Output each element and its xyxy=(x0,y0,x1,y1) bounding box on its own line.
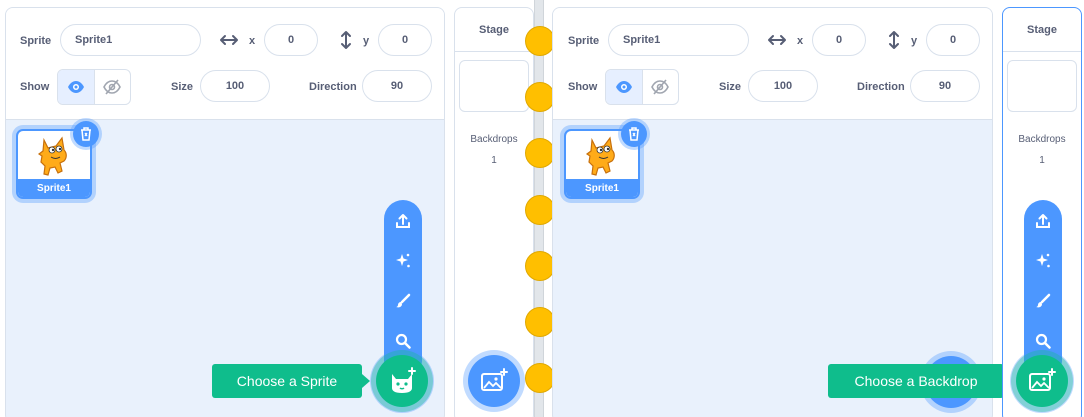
stage-preview xyxy=(1007,60,1077,112)
divider-dot-7 xyxy=(525,363,555,393)
backdrops-count: 1 xyxy=(1039,155,1045,166)
stage-header: Stage xyxy=(1003,8,1081,52)
paint-backdrop-button[interactable] xyxy=(1024,286,1062,316)
surprise-backdrop-button[interactable] xyxy=(1024,246,1062,276)
eye-icon xyxy=(615,81,632,93)
search-backdrop-button[interactable] xyxy=(1024,326,1062,356)
backdrops-label: Backdrops xyxy=(1018,134,1066,145)
backdrops-count: 1 xyxy=(491,155,497,166)
choose-sprite-button[interactable] xyxy=(376,355,428,407)
sprite-thumbnail-name: Sprite1 xyxy=(566,179,638,197)
upload-backdrop-button[interactable] xyxy=(1024,206,1062,236)
y-input[interactable]: 0 xyxy=(378,24,432,56)
cat-icon xyxy=(392,367,416,393)
size-label: Size xyxy=(719,81,742,93)
search-icon xyxy=(395,333,411,349)
show-label: Show xyxy=(568,81,598,93)
upload-icon xyxy=(396,214,410,228)
show-visible-button[interactable] xyxy=(606,70,643,104)
sprite-label: Sprite xyxy=(568,35,600,47)
choose-backdrop-button[interactable] xyxy=(468,355,520,407)
divider-dot-3 xyxy=(525,138,555,168)
sprite-menu xyxy=(384,200,422,380)
divider-dot-1 xyxy=(525,26,555,56)
x-input[interactable]: 0 xyxy=(812,24,866,56)
y-label: y xyxy=(911,35,918,47)
delete-sprite-button[interactable] xyxy=(621,121,647,147)
sprite-pane-right: Sprite Sprite1 x 0 y 0 Show Size 100 Dir… xyxy=(552,7,993,417)
size-input[interactable]: 100 xyxy=(200,70,270,102)
sprite-name-input[interactable]: Sprite1 xyxy=(608,24,749,56)
divider-dot-2 xyxy=(525,82,555,112)
left-right-arrow-icon xyxy=(220,35,238,45)
sprite-pane-left: Sprite Sprite1 x 0 y 0 Show Size 100 Dir… xyxy=(5,7,445,417)
eye-icon xyxy=(67,81,84,93)
backdrop-image-icon xyxy=(481,368,508,391)
show-label: Show xyxy=(20,81,50,93)
y-label: y xyxy=(363,35,370,47)
backdrops-label: Backdrops xyxy=(470,134,518,145)
backdrop-image-icon xyxy=(1029,368,1056,391)
trash-icon xyxy=(81,127,91,141)
sprite-thumbnail-name: Sprite1 xyxy=(18,179,90,197)
upload-icon xyxy=(1036,214,1050,228)
size-label: Size xyxy=(171,81,194,93)
choose-backdrop-tooltip: Choose a Backdrop xyxy=(828,364,1012,398)
x-input[interactable]: 0 xyxy=(264,24,318,56)
show-hidden-button[interactable] xyxy=(643,70,679,104)
sparkle-icon xyxy=(1036,253,1050,268)
direction-label: Direction xyxy=(857,81,905,93)
stage-header: Stage xyxy=(455,8,533,52)
delete-sprite-button[interactable] xyxy=(73,121,99,147)
trash-icon xyxy=(629,127,639,141)
search-sprite-button[interactable] xyxy=(384,326,422,356)
show-toggle xyxy=(57,69,131,105)
sprite-label: Sprite xyxy=(20,35,52,47)
eye-off-icon xyxy=(103,79,122,95)
show-visible-button[interactable] xyxy=(58,70,95,104)
direction-input[interactable]: 90 xyxy=(362,70,432,102)
direction-input[interactable]: 90 xyxy=(910,70,980,102)
choose-backdrop-button[interactable] xyxy=(1016,355,1068,407)
divider-dot-6 xyxy=(525,307,555,337)
up-down-arrow-icon xyxy=(889,31,899,49)
size-input[interactable]: 100 xyxy=(748,70,818,102)
backdrop-menu xyxy=(1024,200,1062,380)
eye-off-icon xyxy=(651,79,670,95)
upload-sprite-button[interactable] xyxy=(384,206,422,236)
stage-preview xyxy=(459,60,529,112)
choose-sprite-tooltip: Choose a Sprite xyxy=(212,364,370,398)
paint-sprite-button[interactable] xyxy=(384,286,422,316)
x-label: x xyxy=(249,35,256,47)
sprite-info-right: Sprite Sprite1 x 0 y 0 Show Size 100 Dir… xyxy=(553,8,992,120)
left-right-arrow-icon xyxy=(768,35,786,45)
surprise-sprite-button[interactable] xyxy=(384,246,422,276)
divider-dot-4 xyxy=(525,195,555,225)
search-icon xyxy=(1035,333,1051,349)
show-toggle xyxy=(605,69,679,105)
paint-icon xyxy=(396,293,411,308)
y-input[interactable]: 0 xyxy=(926,24,980,56)
show-hidden-button[interactable] xyxy=(95,70,131,104)
paint-icon xyxy=(1036,293,1051,308)
divider-dot-5 xyxy=(525,251,555,281)
direction-label: Direction xyxy=(309,81,357,93)
sprite-name-input[interactable]: Sprite1 xyxy=(60,24,201,56)
sparkle-icon xyxy=(396,253,410,268)
x-label: x xyxy=(797,35,804,47)
sprite-info-left: Sprite Sprite1 x 0 y 0 Show Size 100 Dir… xyxy=(6,8,444,120)
up-down-arrow-icon xyxy=(341,31,351,49)
